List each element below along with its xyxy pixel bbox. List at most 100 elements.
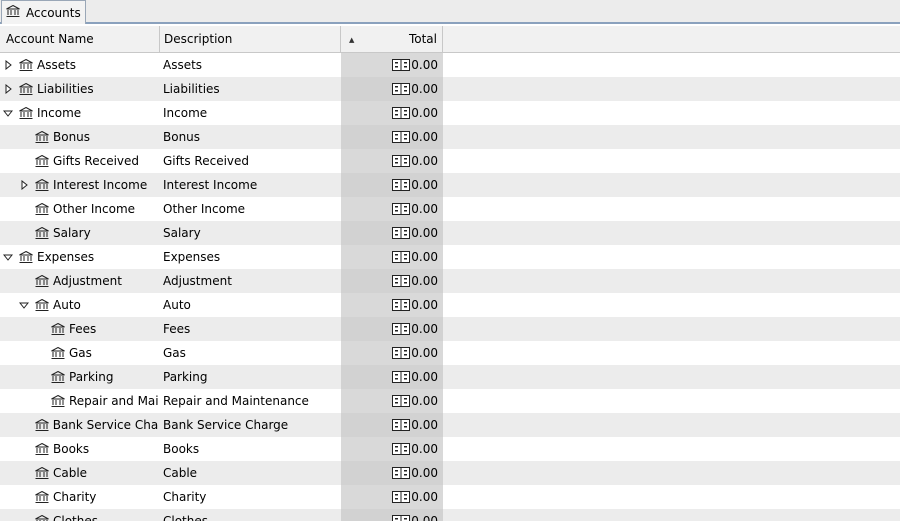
account-total-cell[interactable]: 0.00 — [341, 437, 443, 461]
bank-icon — [35, 178, 49, 192]
account-name-cell[interactable]: Other Income — [0, 197, 158, 221]
account-name-cell[interactable]: Repair and Mai — [0, 389, 158, 413]
account-total-cell[interactable]: 0.00 — [341, 77, 443, 101]
account-description[interactable]: Assets — [163, 53, 341, 77]
account-description[interactable]: Interest Income — [163, 173, 341, 197]
account-description[interactable]: Clothes — [163, 509, 341, 521]
account-description[interactable]: Salary — [163, 221, 341, 245]
account-total-cell[interactable]: 0.00 — [341, 317, 443, 341]
table-row[interactable]: Bank Service Char Bank Service Charge 0.00 — [0, 413, 900, 437]
account-name-cell[interactable]: Gifts Received — [0, 149, 158, 173]
account-total-cell[interactable]: 0.00 — [341, 509, 443, 521]
account-description[interactable]: Repair and Maintenance — [163, 389, 341, 413]
account-description[interactable]: Bank Service Charge — [163, 413, 341, 437]
account-description[interactable]: Auto — [163, 293, 341, 317]
table-row[interactable]: Cable Cable 0.00 — [0, 461, 900, 485]
account-description[interactable]: Gifts Received — [163, 149, 341, 173]
column-header-total[interactable]: ▲ Total — [341, 26, 443, 52]
account-total-cell[interactable]: 0.00 — [341, 101, 443, 125]
account-total-cell[interactable]: 0.00 — [341, 149, 443, 173]
account-description[interactable]: Gas — [163, 341, 341, 365]
table-row[interactable]: Expenses Expenses 0.00 — [0, 245, 900, 269]
table-row[interactable]: Gifts Received Gifts Received 0.00 — [0, 149, 900, 173]
triangle-right-icon[interactable] — [19, 179, 29, 191]
table-row[interactable]: Charity Charity 0.00 — [0, 485, 900, 509]
account-name: Liabilities — [37, 82, 94, 96]
account-total-cell[interactable]: 0.00 — [341, 461, 443, 485]
account-name-cell[interactable]: Bonus — [0, 125, 158, 149]
account-name-cell[interactable]: Adjustment — [0, 269, 158, 293]
table-row[interactable]: Parking Parking 0.00 — [0, 365, 900, 389]
account-description[interactable]: Liabilities — [163, 77, 341, 101]
table-row[interactable]: Auto Auto 0.00 — [0, 293, 900, 317]
account-name-cell[interactable]: Books — [0, 437, 158, 461]
triangle-right-icon[interactable] — [3, 83, 13, 95]
account-total-cell[interactable]: 0.00 — [341, 269, 443, 293]
account-description[interactable]: Charity — [163, 485, 341, 509]
account-name-cell[interactable]: Liabilities — [0, 77, 158, 101]
table-row[interactable]: Salary Salary 0.00 — [0, 221, 900, 245]
account-total-cell[interactable]: 0.00 — [341, 389, 443, 413]
account-name-cell[interactable]: Expenses — [0, 245, 158, 269]
table-row[interactable]: Repair and Mai Repair and Maintenance 0.00 — [0, 389, 900, 413]
account-total-cell[interactable]: 0.00 — [341, 221, 443, 245]
account-total: 0.00 — [411, 322, 438, 336]
account-total-cell[interactable]: 0.00 — [341, 53, 443, 77]
account-description[interactable]: Cable — [163, 461, 341, 485]
account-name: Interest Income — [53, 178, 148, 192]
account-description[interactable]: Parking — [163, 365, 341, 389]
table-row[interactable]: Interest Income Interest Income 0.00 — [0, 173, 900, 197]
account-name-cell[interactable]: Auto — [0, 293, 158, 317]
account-total-cell[interactable]: 0.00 — [341, 293, 443, 317]
account-description[interactable]: Adjustment — [163, 269, 341, 293]
account-total-cell[interactable]: 0.00 — [341, 341, 443, 365]
account-name-cell[interactable]: Parking — [0, 365, 158, 389]
triangle-down-icon[interactable] — [2, 251, 14, 263]
account-name-cell[interactable]: Interest Income — [0, 173, 158, 197]
column-header-account-name[interactable]: Account Name — [0, 26, 160, 52]
account-name-cell[interactable]: Assets — [0, 53, 158, 77]
table-row[interactable]: Books Books 0.00 — [0, 437, 900, 461]
account-name-cell[interactable]: Income — [0, 101, 158, 125]
account-description[interactable]: Fees — [163, 317, 341, 341]
triangle-down-icon[interactable] — [2, 107, 14, 119]
account-total-cell[interactable]: 0.00 — [341, 173, 443, 197]
table-row[interactable]: Gas Gas 0.00 — [0, 341, 900, 365]
column-header-description[interactable]: Description — [160, 26, 341, 52]
table-row[interactable]: Clothes Clothes 0.00 — [0, 509, 900, 521]
account-name-cell[interactable]: Charity — [0, 485, 158, 509]
account-description[interactable]: Expenses — [163, 245, 341, 269]
account-name-cell[interactable]: Fees — [0, 317, 158, 341]
table-row[interactable]: Income Income 0.00 — [0, 101, 900, 125]
table-row[interactable]: Bonus Bonus 0.00 — [0, 125, 900, 149]
table-row[interactable]: Other Income Other Income 0.00 — [0, 197, 900, 221]
account-total-cell[interactable]: 0.00 — [341, 245, 443, 269]
account-total-cell[interactable]: 0.00 — [341, 197, 443, 221]
table-row[interactable]: Adjustment Adjustment 0.00 — [0, 269, 900, 293]
account-name-cell[interactable]: Cable — [0, 461, 158, 485]
account-name-cell[interactable]: Bank Service Char — [0, 413, 158, 437]
column-header-label: Account Name — [6, 32, 94, 46]
account-description[interactable]: Books — [163, 437, 341, 461]
account-name-cell[interactable]: Clothes — [0, 509, 158, 521]
account-total-cell[interactable]: 0.00 — [341, 125, 443, 149]
triangle-down-icon[interactable] — [18, 299, 30, 311]
account-total-cell[interactable]: 0.00 — [341, 365, 443, 389]
currency-icon — [392, 467, 411, 479]
tab-accounts[interactable]: Accounts — [1, 0, 86, 24]
account-name: Salary — [53, 226, 91, 240]
account-total-cell[interactable]: 0.00 — [341, 413, 443, 437]
account-total-cell[interactable]: 0.00 — [341, 485, 443, 509]
account-description[interactable]: Income — [163, 101, 341, 125]
tab-label: Accounts — [26, 5, 81, 20]
table-row[interactable]: Fees Fees 0.00 — [0, 317, 900, 341]
table-row[interactable]: Liabilities Liabilities 0.00 — [0, 77, 900, 101]
account-name-cell[interactable]: Salary — [0, 221, 158, 245]
currency-icon — [392, 347, 411, 359]
account-name-cell[interactable]: Gas — [0, 341, 158, 365]
table-row[interactable]: Assets Assets 0.00 — [0, 53, 900, 77]
triangle-right-icon[interactable] — [3, 59, 13, 71]
account-description[interactable]: Other Income — [163, 197, 341, 221]
account-description[interactable]: Bonus — [163, 125, 341, 149]
